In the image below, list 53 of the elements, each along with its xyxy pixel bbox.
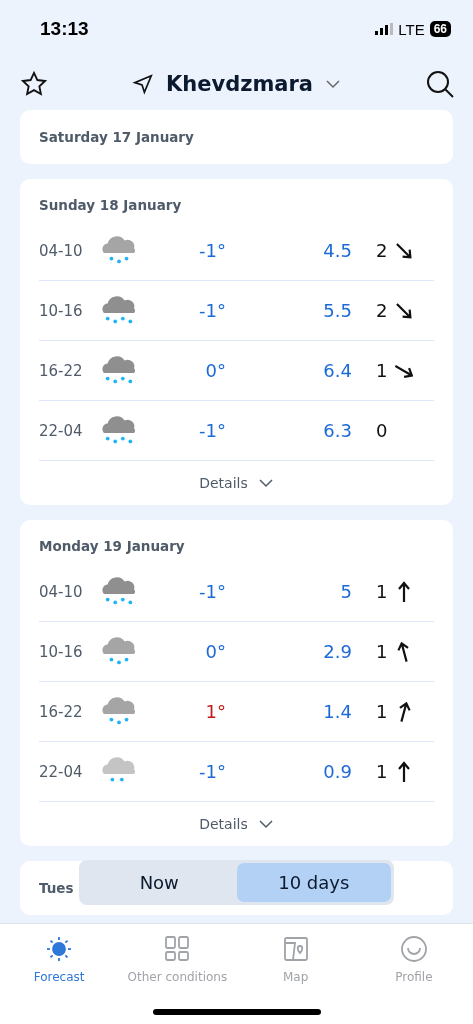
wind-speed: 2 <box>376 240 388 261</box>
time-period: 04-10 <box>39 582 84 601</box>
signal-icon <box>375 23 394 35</box>
status-time: 13:13 <box>40 18 89 40</box>
time-period: 10-16 <box>39 301 84 320</box>
time-period: 10-16 <box>39 642 84 661</box>
favorite-star-icon[interactable] <box>20 70 48 98</box>
chevron-down-icon <box>257 819 274 829</box>
wind-speed: 1 <box>376 581 388 602</box>
time-period: 22-04 <box>39 421 84 440</box>
wind-speed: 1 <box>376 360 388 381</box>
precipitation-amount: 2.9 <box>322 641 353 662</box>
wind-speed: 2 <box>376 300 388 321</box>
precipitation-amount: 0.9 <box>322 761 353 782</box>
toggle-option[interactable]: Now <box>82 863 237 902</box>
day-title: Monday 19 January <box>39 537 185 556</box>
network-label: LTE <box>398 20 425 38</box>
temperature: -1° <box>198 240 226 261</box>
search-icon[interactable] <box>425 69 455 99</box>
wind-speed: 0 <box>376 420 388 441</box>
wind-speed: 1 <box>376 641 388 662</box>
time-period: 16-22 <box>39 702 84 721</box>
precipitation-amount: 5 <box>339 581 353 602</box>
temperature: -1° <box>198 761 226 782</box>
precipitation-amount: 6.4 <box>322 360 353 381</box>
wind-speed: 1 <box>376 701 388 722</box>
temperature: -1° <box>198 581 226 602</box>
precipitation-amount: 5.5 <box>322 300 353 321</box>
profile-icon <box>398 934 429 964</box>
time-period: 04-10 <box>39 241 84 260</box>
details-button[interactable]: Details <box>39 461 434 505</box>
wind-speed: 1 <box>376 761 388 782</box>
battery-level: 66 <box>429 21 451 37</box>
day-title: Sunday 18 January <box>39 196 182 215</box>
temperature: 1° <box>204 701 226 722</box>
day-title: Tues <box>39 879 74 898</box>
chevron-down-icon <box>257 478 274 488</box>
temperature: -1° <box>198 420 226 441</box>
details-button[interactable]: Details <box>39 802 434 846</box>
precipitation-amount: 4.5 <box>322 240 353 261</box>
location-arrow-icon <box>132 73 154 95</box>
nav-tab[interactable]: Forecast <box>0 934 119 984</box>
toggle-option[interactable]: 10 days <box>236 863 391 902</box>
temperature: 0° <box>204 360 226 381</box>
time-period: 22-04 <box>39 762 84 781</box>
time-period: 16-22 <box>39 361 84 380</box>
precipitation-amount: 1.4 <box>322 701 353 722</box>
location-name[interactable]: Khevdzmara <box>166 72 313 96</box>
temperature: -1° <box>198 300 226 321</box>
chevron-down-icon[interactable] <box>325 79 341 89</box>
temperature: 0° <box>204 641 226 662</box>
day-title: Saturday 17 January <box>39 128 194 147</box>
precipitation-amount: 6.3 <box>322 420 353 441</box>
